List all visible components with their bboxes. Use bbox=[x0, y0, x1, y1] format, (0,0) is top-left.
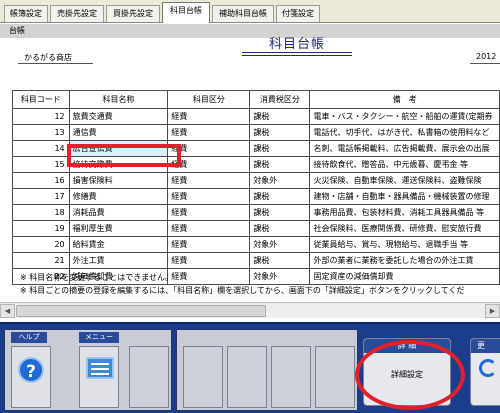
note-line: ※ 科目ごとの摘要の登録を編集するには、「科目名称」欄を選択してから、画面下の「… bbox=[20, 286, 465, 295]
update-label: 更 bbox=[471, 339, 500, 353]
account-code: 17 bbox=[12, 188, 70, 205]
account-note[interactable]: 電車・バス・タクシー・航空・船舶の運賃(定期券 bbox=[309, 108, 500, 125]
account-category[interactable]: 経費 bbox=[167, 172, 251, 189]
account-tax[interactable]: 課税 bbox=[249, 220, 311, 237]
account-tax[interactable]: 課税 bbox=[249, 156, 311, 173]
table-row[interactable]: 18 消耗品費 経費 課税 事務用品費、包装材料費、消耗工具器具備品 等 bbox=[12, 204, 500, 221]
account-note[interactable]: 建物・店舗・自動車・器具備品・機械装置の修理 bbox=[309, 188, 500, 205]
update-button[interactable]: 更 bbox=[470, 338, 500, 406]
help-button[interactable]: ? bbox=[11, 346, 51, 408]
account-category[interactable]: 経費 bbox=[167, 268, 251, 285]
account-name[interactable]: 消耗品費 bbox=[68, 204, 169, 221]
toolbar-empty-slot bbox=[315, 346, 355, 408]
toolbar-empty-slot bbox=[129, 346, 169, 408]
account-code: 14 bbox=[12, 140, 70, 157]
account-note[interactable]: 事務用品費、包装材料費、消耗工具器具備品 等 bbox=[309, 204, 500, 221]
account-name[interactable]: 通信費 bbox=[68, 124, 169, 141]
tab-account-ledger[interactable]: 科目台帳 bbox=[162, 2, 210, 23]
report-title: 科目台帳 bbox=[268, 37, 325, 52]
account-code: 16 bbox=[12, 172, 70, 189]
account-tax[interactable]: 課税 bbox=[249, 124, 311, 141]
account-note[interactable]: 火災保険、自動車保険、運送保険料、盗難保険 bbox=[309, 172, 500, 189]
table-row[interactable]: 16 損害保険料 経費 対象外 火災保険、自動車保険、運送保険料、盗難保険 bbox=[12, 172, 500, 189]
account-note[interactable]: 従業員給与、賞与、現物給与、退職手当 等 bbox=[309, 236, 500, 253]
scroll-thumb[interactable] bbox=[16, 305, 266, 317]
account-name[interactable]: 旅費交通費 bbox=[68, 108, 169, 125]
account-tax[interactable]: 対象外 bbox=[249, 236, 311, 253]
account-code: 20 bbox=[12, 236, 70, 253]
menu-icon bbox=[86, 357, 114, 379]
column-header-code: 科目コード bbox=[12, 90, 70, 109]
account-category[interactable]: 経費 bbox=[167, 108, 251, 125]
account-category[interactable]: 経費 bbox=[167, 220, 251, 237]
menu-label: メニュー bbox=[79, 332, 119, 343]
account-category[interactable]: 経費 bbox=[167, 252, 251, 269]
table-row[interactable]: 13 通信費 経費 課税 電話代、切手代、はがき代、私書箱の使用料など bbox=[12, 124, 500, 141]
account-note[interactable]: 接待飲食代、贈答品、中元歳暮、慶弔金 等 bbox=[309, 156, 500, 173]
account-tax[interactable]: 課税 bbox=[249, 252, 311, 269]
company-name: かるがる商店 bbox=[24, 53, 72, 62]
account-code: 15 bbox=[12, 156, 70, 173]
menu-button[interactable] bbox=[79, 346, 119, 408]
account-name[interactable]: 給料賃金 bbox=[68, 236, 169, 253]
title-underline-double bbox=[242, 55, 352, 56]
account-category[interactable]: 経費 bbox=[167, 204, 251, 221]
account-tax[interactable]: 対象外 bbox=[249, 268, 311, 285]
account-code: 19 bbox=[12, 220, 70, 237]
account-note[interactable]: 固定資産の減価償却費 bbox=[309, 268, 500, 285]
column-header-category: 科目区分 bbox=[167, 90, 251, 109]
toolbar-empty-slot bbox=[271, 346, 311, 408]
column-header-note: 備 考 bbox=[309, 90, 500, 109]
account-category[interactable]: 経費 bbox=[167, 124, 251, 141]
account-note[interactable]: 外部の業者に業務を委託した場合の外注工賃 bbox=[309, 252, 500, 269]
account-note[interactable]: 名刺、電話帳掲載料、広告掲載費、展示会の出展 bbox=[309, 140, 500, 157]
period-underline bbox=[470, 63, 500, 64]
account-name[interactable]: 修繕費 bbox=[68, 188, 169, 205]
account-category[interactable]: 経費 bbox=[167, 188, 251, 205]
highlight-ring bbox=[355, 340, 465, 410]
account-note[interactable]: 電話代、切手代、はがき代、私書箱の使用料など bbox=[309, 124, 500, 141]
column-header-name: 科目名称 bbox=[68, 90, 169, 109]
highlight-box bbox=[67, 144, 181, 167]
note-line: ※ 科目名称を変更することはできません。 bbox=[20, 273, 174, 282]
account-code: 13 bbox=[12, 124, 70, 141]
toolbar-empty-slot bbox=[183, 346, 223, 408]
account-ledger-table: 科目コード 科目名称 科目区分 消費税区分 備 考 12 旅費交通費 経費 課税… bbox=[12, 90, 500, 285]
ledger-sheet: 科目台帳 かるがる商店 2012 科目コード 科目名称 科目区分 消費税区分 備… bbox=[0, 0, 500, 322]
toolbar-empty-slot bbox=[227, 346, 267, 408]
table-header-row: 科目コード 科目名称 科目区分 消費税区分 備 考 bbox=[12, 90, 500, 109]
scroll-right-icon[interactable]: ▶ bbox=[485, 304, 500, 318]
account-tax[interactable]: 課税 bbox=[249, 108, 311, 125]
column-header-tax: 消費税区分 bbox=[249, 90, 311, 109]
period-text: 2012 bbox=[476, 52, 497, 61]
account-tax[interactable]: 課税 bbox=[249, 204, 311, 221]
company-underline bbox=[18, 63, 93, 64]
table-row[interactable]: 12 旅費交通費 経費 課税 電車・バス・タクシー・航空・船舶の運賃(定期券 bbox=[12, 108, 500, 125]
account-code: 21 bbox=[12, 252, 70, 269]
account-category[interactable]: 経費 bbox=[167, 236, 251, 253]
table-row[interactable]: 21 外注工賃 経費 課税 外部の業者に業務を委託した場合の外注工賃 bbox=[12, 252, 500, 269]
account-note[interactable]: 社会保険料、医療関係費、研修費、慰安旅行費 bbox=[309, 220, 500, 237]
account-name[interactable]: 福利厚生費 bbox=[68, 220, 169, 237]
table-row[interactable]: 19 福利厚生費 経費 課税 社会保険料、医療関係費、研修費、慰安旅行費 bbox=[12, 220, 500, 237]
account-name[interactable]: 損害保険料 bbox=[68, 172, 169, 189]
account-tax[interactable]: 課税 bbox=[249, 140, 311, 157]
account-name[interactable]: 外注工賃 bbox=[68, 252, 169, 269]
toolbar-group-left: ヘルプ メニュー ? bbox=[4, 329, 172, 411]
horizontal-scrollbar[interactable]: ◀ ▶ bbox=[0, 302, 500, 318]
account-code: 18 bbox=[12, 204, 70, 221]
account-tax[interactable]: 対象外 bbox=[249, 172, 311, 189]
table-row[interactable]: 17 修繕費 経費 課税 建物・店舗・自動車・器具備品・機械装置の修理 bbox=[12, 188, 500, 205]
help-icon: ? bbox=[18, 357, 44, 383]
toolbar-group-middle bbox=[176, 329, 358, 411]
account-tax[interactable]: 課税 bbox=[249, 188, 311, 205]
help-label: ヘルプ bbox=[11, 332, 47, 343]
account-code: 12 bbox=[12, 108, 70, 125]
scroll-left-icon[interactable]: ◀ bbox=[0, 304, 15, 318]
table-row[interactable]: 20 給料賃金 経費 対象外 従業員給与、賞与、現物給与、退職手当 等 bbox=[12, 236, 500, 253]
title-underline bbox=[242, 52, 352, 53]
refresh-icon bbox=[479, 359, 497, 377]
